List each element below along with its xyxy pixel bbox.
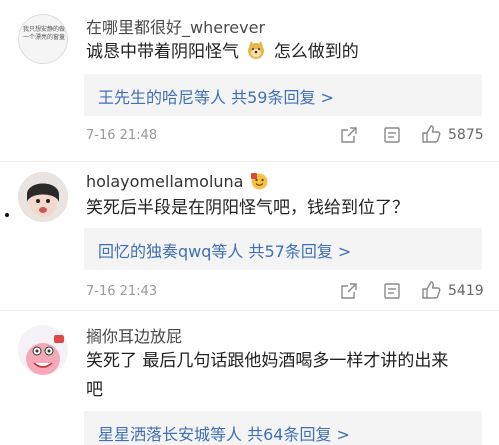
doge-emoji-icon xyxy=(246,40,266,60)
comment-content: 笑死了 最后几句话跟他妈酒喝多一样才讲的出来 吧 xyxy=(86,347,482,405)
vip-badge-icon xyxy=(250,173,268,190)
replies-link[interactable]: 星星洒落长安城等人 共64条回复 > xyxy=(84,411,482,445)
content-text: 诚恳中带着阴阳怪气 xyxy=(86,42,239,62)
replies-link[interactable]: 回忆的独奏qwq等人 共57条回复 > xyxy=(84,228,482,270)
comment-time: 7-16 21:43 xyxy=(86,284,158,299)
page-dot xyxy=(5,213,9,217)
avatar[interactable] xyxy=(18,172,68,222)
share-icon[interactable] xyxy=(340,126,358,148)
avatar[interactable] xyxy=(18,325,68,375)
replies-text[interactable]: 王先生的哈尼等人 共59条回复 > xyxy=(98,84,334,108)
username[interactable]: 在哪里都很好_wherever xyxy=(86,14,265,38)
like-icon[interactable] xyxy=(420,279,442,305)
username-text[interactable]: holayomellamoluna xyxy=(86,172,243,191)
replies-link[interactable]: 王先生的哈尼等人 共59条回复 > xyxy=(84,74,482,116)
avatar-text: 我只想安静的做一个漂亮的窗童 xyxy=(23,26,66,41)
content-line-2: 吧 xyxy=(86,380,103,400)
username[interactable]: 搁你耳边放屁 xyxy=(86,323,182,347)
like-count: 5875 xyxy=(448,127,484,143)
comment-icon[interactable] xyxy=(383,126,401,148)
like-icon[interactable] xyxy=(420,123,442,149)
comment-2: holayomellamoluna 笑死后半段是在阴阳怪气吧，钱给到位了？ 回忆… xyxy=(0,162,499,312)
content-text-suffix: 怎么做到的 xyxy=(273,42,359,62)
like-count: 5419 xyxy=(448,283,484,299)
comment-3: 搁你耳边放屁 笑死了 最后几句话跟他妈酒喝多一样才讲的出来 吧 星星洒落长安城等… xyxy=(0,311,499,445)
replies-text[interactable]: 星星洒落长安城等人 共64条回复 > xyxy=(98,421,350,445)
comment-icon[interactable] xyxy=(383,282,401,304)
comment-time: 7-16 21:48 xyxy=(86,128,158,143)
comment-content: 诚恳中带着阴阳怪气 怎么做到的 xyxy=(86,38,482,67)
comment-1: 我只想安静的做一个漂亮的窗童 在哪里都很好_wherever 诚恳中带着阴阳怪气… xyxy=(0,0,499,170)
avatar[interactable]: 我只想安静的做一个漂亮的窗童 xyxy=(18,14,68,64)
replies-text[interactable]: 回忆的独奏qwq等人 共57条回复 > xyxy=(98,238,351,262)
content-line-1: 笑死了 最后几句话跟他妈酒喝多一样才讲的出来 xyxy=(86,351,449,371)
username[interactable]: holayomellamoluna xyxy=(86,172,268,191)
share-icon[interactable] xyxy=(340,282,358,304)
comment-content: 笑死后半段是在阴阳怪气吧，钱给到位了？ xyxy=(86,198,409,218)
